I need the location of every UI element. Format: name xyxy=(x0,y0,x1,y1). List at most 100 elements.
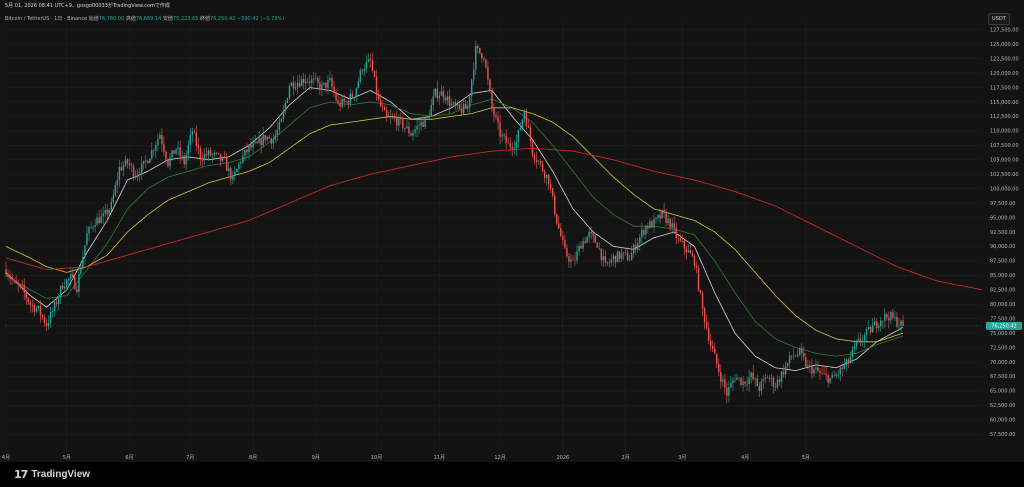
candle-body xyxy=(66,279,68,287)
candle-down xyxy=(705,314,708,331)
candle-body xyxy=(284,102,287,111)
candle-body xyxy=(94,225,96,227)
candle-body xyxy=(64,286,66,289)
candle-up xyxy=(357,77,360,89)
candle-body xyxy=(610,259,613,263)
candle-body xyxy=(722,379,724,382)
candle-body xyxy=(23,285,25,293)
candle-body xyxy=(309,81,311,83)
candle-body xyxy=(416,125,418,130)
candle-up xyxy=(884,308,886,329)
candle-down xyxy=(17,279,19,293)
candle-up xyxy=(736,373,738,381)
candle-body xyxy=(513,148,515,149)
candle-down xyxy=(543,169,546,183)
candle-body xyxy=(17,283,19,285)
candle-body xyxy=(493,107,495,116)
candle-up xyxy=(732,377,734,391)
candle-body xyxy=(175,149,177,154)
candle-body xyxy=(193,131,196,133)
candle-down xyxy=(219,153,222,167)
candle-body xyxy=(353,96,355,98)
candle-body xyxy=(894,316,896,318)
candle-body xyxy=(126,159,129,164)
time-tick-label: 5月 xyxy=(63,455,71,461)
candle-up xyxy=(849,351,852,364)
candle-body xyxy=(90,226,92,228)
candle-down xyxy=(130,162,133,172)
tradingview-logo[interactable]: 17 TradingView xyxy=(14,468,90,481)
candle-down xyxy=(746,376,748,391)
candle-body xyxy=(837,374,839,375)
candle-body xyxy=(602,256,605,261)
candle-up xyxy=(207,147,210,161)
candle-body xyxy=(549,184,552,189)
candle-up xyxy=(155,141,157,159)
candle-body xyxy=(734,380,736,381)
candle-down xyxy=(375,69,378,102)
candle-down xyxy=(9,270,11,285)
candle-up xyxy=(349,88,351,107)
time-tick-label: 3月 xyxy=(678,455,686,461)
candle-body xyxy=(153,150,155,151)
candle-body xyxy=(211,154,214,156)
candle-down xyxy=(147,159,149,164)
candle-down xyxy=(268,134,270,139)
candle-down xyxy=(507,138,509,144)
candle-body xyxy=(434,88,436,97)
candle-body xyxy=(195,132,198,146)
candle-up xyxy=(545,174,548,186)
candle-down xyxy=(635,237,637,255)
candle-body xyxy=(343,98,345,102)
candle-body xyxy=(49,312,52,323)
time-tick-label: 4月 xyxy=(741,455,749,461)
candle-body xyxy=(871,325,874,333)
candle-down xyxy=(436,80,439,102)
candle-up xyxy=(515,134,517,156)
chart-window: 5月 01, 2026 08:41 UTC+9、gosgo00033がTradi… xyxy=(0,0,1024,487)
candle-down xyxy=(560,223,562,238)
candle-body xyxy=(183,155,185,165)
candle-up xyxy=(355,87,358,103)
candle-body xyxy=(873,321,876,326)
candle-up xyxy=(211,152,214,163)
candle-body xyxy=(647,225,649,229)
candle-down xyxy=(714,343,716,354)
candle-down xyxy=(325,82,327,93)
candle-up xyxy=(82,249,84,270)
candle-up xyxy=(321,80,323,97)
candle-body xyxy=(888,317,890,321)
candle-up xyxy=(102,206,104,225)
candlesticks xyxy=(5,40,904,404)
candle-body xyxy=(481,53,483,59)
candle-up xyxy=(750,371,752,384)
candle-body xyxy=(55,302,58,304)
candle-body xyxy=(620,253,623,259)
candle-body xyxy=(689,250,692,254)
candle-down xyxy=(568,253,570,269)
candle-down xyxy=(226,152,228,172)
candle-body xyxy=(900,320,902,326)
candle-up xyxy=(157,133,159,152)
candle-body xyxy=(580,245,582,249)
candle-body xyxy=(112,195,115,202)
candle-body xyxy=(507,143,509,144)
candle-body xyxy=(624,252,627,253)
candle-down xyxy=(173,150,175,154)
candle-body xyxy=(404,127,406,129)
candle-down xyxy=(74,274,76,290)
candle-body xyxy=(438,95,441,99)
candle-body xyxy=(517,130,520,142)
candle-up xyxy=(780,370,783,389)
candle-down xyxy=(460,102,463,116)
candle-body xyxy=(655,217,657,219)
candle-body xyxy=(242,155,244,163)
candle-body xyxy=(695,265,698,269)
candle-up xyxy=(416,118,418,138)
candle-body xyxy=(683,241,686,249)
candle-body xyxy=(426,117,428,118)
price-tick-label: 60,000.00 xyxy=(990,418,1015,424)
candle-up xyxy=(59,284,62,304)
candle-body xyxy=(347,101,349,104)
price-chart[interactable]: 127,500.00 125,000.00 122,500.00 120,000.00… xyxy=(0,0,1024,462)
